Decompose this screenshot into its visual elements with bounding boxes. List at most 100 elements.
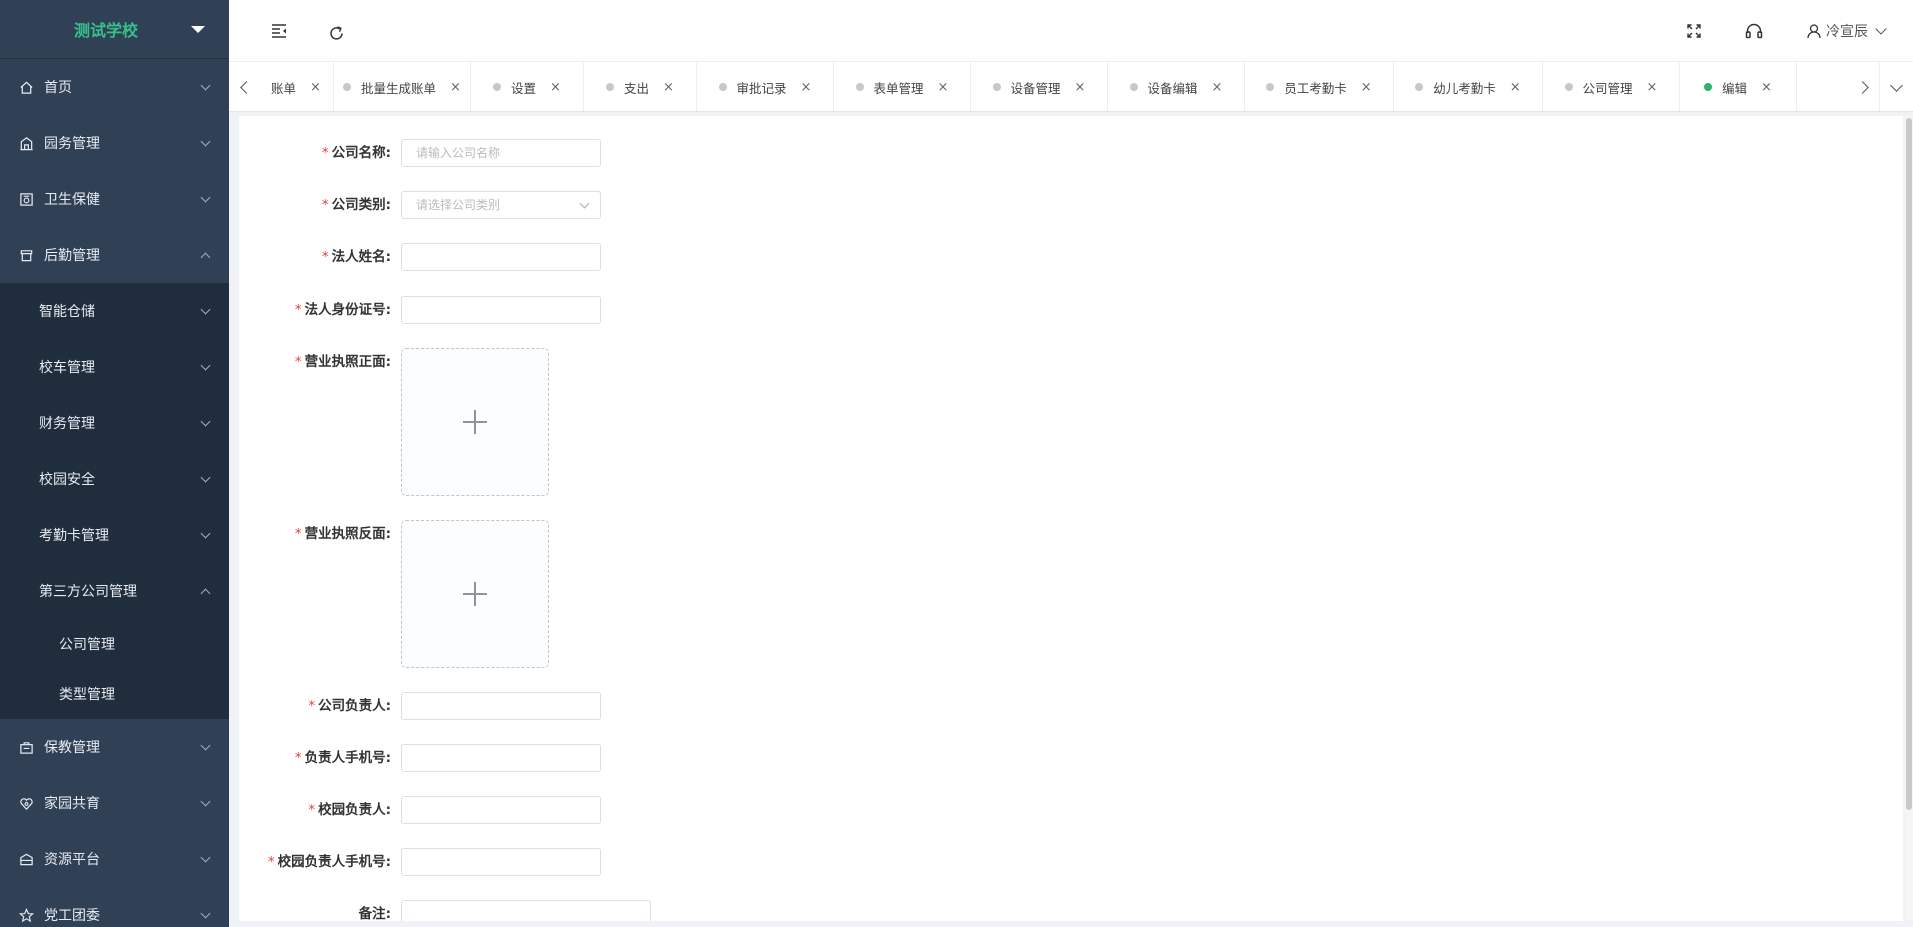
fullscreen-icon[interactable] [1684, 21, 1704, 41]
tabs-dropdown-button[interactable] [1879, 62, 1913, 111]
sidebar-item-finance[interactable]: 财务管理 [0, 395, 229, 451]
close-icon[interactable]: × [1212, 80, 1223, 95]
license-front-upload[interactable] [401, 348, 549, 496]
head-phone-input[interactable] [401, 744, 601, 772]
chevron-down-icon [200, 136, 211, 146]
remark-label: 备注: [358, 906, 391, 921]
tab-item[interactable]: 编辑 × [1680, 62, 1797, 111]
chevron-down-icon [200, 740, 211, 750]
company-type-select[interactable]: 请选择公司类别 [401, 191, 601, 219]
tab-item[interactable]: 员工考勤卡 × [1245, 62, 1394, 111]
close-icon[interactable]: × [450, 80, 461, 95]
close-icon[interactable]: × [801, 80, 812, 95]
sidebar-item-attendance-card[interactable]: 考勤卡管理 [0, 507, 229, 563]
tab-status-dot [493, 83, 502, 91]
close-icon[interactable]: × [663, 80, 674, 95]
sidebar-item-school-bus[interactable]: 校车管理 [0, 339, 229, 395]
sidebar-item-label: 资源平台 [44, 852, 100, 868]
sidebar-item-logistics[interactable]: 后勤管理 [0, 227, 229, 283]
legal-id-label: * 法人身份证号: [294, 302, 391, 318]
tab-item[interactable]: 支出 × [584, 62, 697, 111]
sidebar-item-campus-safety[interactable]: 校园安全 [0, 451, 229, 507]
resource-icon [18, 851, 34, 867]
chevron-up-icon [200, 252, 211, 262]
headset-icon[interactable] [1744, 21, 1764, 41]
sidebar-item-home[interactable]: 首页 [0, 59, 229, 115]
sidebar-item-company-manage[interactable]: 公司管理 [0, 619, 229, 669]
sidebar-item-resources[interactable]: 资源平台 [0, 831, 229, 887]
tab-item[interactable]: 公司管理 × [1543, 62, 1680, 111]
sidebar-item-party[interactable]: 党工团委 [0, 887, 229, 927]
sidebar-item-label: 财务管理 [39, 416, 95, 432]
tab-item[interactable]: 账单 × [259, 62, 334, 111]
tab-status-dot [992, 83, 1001, 91]
chevron-down-icon [200, 528, 211, 538]
tab-item[interactable]: 幼儿考勤卡 × [1394, 62, 1543, 111]
health-icon [18, 191, 34, 207]
close-icon[interactable]: × [1647, 80, 1658, 95]
sidebar-item-home-school[interactable]: 家园共育 [0, 775, 229, 831]
close-icon[interactable]: × [1761, 80, 1772, 95]
company-name-input[interactable]: 请输入公司名称 [401, 139, 601, 167]
tab-item[interactable]: 表单管理 × [834, 62, 971, 111]
form-row-company-name: * 公司名称: 请输入公司名称 [239, 139, 601, 167]
form-row-campus-head-phone: * 校园负责人手机号: [239, 848, 601, 876]
sidebar-item-type-manage[interactable]: 类型管理 [0, 669, 229, 719]
legal-name-input[interactable] [401, 243, 601, 271]
close-icon[interactable]: × [1075, 80, 1086, 95]
sidebar-item-education[interactable]: 保教管理 [0, 719, 229, 775]
home-icon [18, 79, 34, 95]
legal-id-input[interactable] [401, 296, 601, 324]
sidebar-item-health[interactable]: 卫生保健 [0, 171, 229, 227]
star-icon [18, 907, 34, 923]
tab-item[interactable]: 审批记录 × [697, 62, 834, 111]
sidebar-item-third-party[interactable]: 第三方公司管理 [0, 563, 229, 619]
remark-textarea[interactable] [401, 900, 651, 921]
tabs-track: 账单 × 批量生成账单 × 设置 × 支出 × 审批记录 × 表单管理 × 设备管理 × 设备编辑 × 员工考勤… [259, 62, 1797, 111]
tab-item[interactable]: 设置 × [471, 62, 584, 111]
top-navbar: 冷宣辰 [229, 0, 1913, 62]
tabs-scroll-right-button[interactable] [1849, 62, 1879, 111]
chevron-down-icon [200, 908, 211, 918]
tab-label: 设置 [511, 80, 537, 96]
navbar-right: 冷宣辰 [1684, 0, 1887, 62]
chevron-down-icon [1875, 22, 1887, 35]
sidebar-item-label: 类型管理 [59, 687, 115, 703]
sidebar-header[interactable]: 测试学校 [0, 0, 229, 59]
required-mark: * [294, 302, 302, 318]
required-mark: * [321, 249, 329, 265]
plus-icon [463, 582, 487, 606]
required-mark: * [321, 197, 329, 213]
close-icon[interactable]: × [310, 80, 321, 95]
tab-item[interactable]: 批量生成账单 × [334, 62, 471, 111]
caret-down-icon[interactable] [191, 25, 205, 33]
menu-fold-icon[interactable] [269, 21, 289, 41]
user-menu[interactable]: 冷宣辰 [1806, 21, 1887, 41]
refresh-icon[interactable] [326, 23, 346, 43]
content-scrollbar-thumb[interactable] [1906, 118, 1912, 810]
campus-head-input[interactable] [401, 796, 601, 824]
form-row-license-front: * 营业执照正面: [239, 348, 549, 496]
user-name: 冷宣辰 [1826, 24, 1868, 40]
sidebar-item-affairs[interactable]: 园务管理 [0, 115, 229, 171]
tab-label: 设备编辑 [1147, 80, 1198, 96]
tab-label: 编辑 [1722, 80, 1748, 96]
sidebar-item-label: 考勤卡管理 [39, 528, 109, 544]
close-icon[interactable]: × [938, 80, 949, 95]
legal-name-label: * 法人姓名: [321, 249, 391, 265]
sidebar-item-smart-storage[interactable]: 智能仓储 [0, 283, 229, 339]
company-type-placeholder: 请选择公司类别 [416, 198, 501, 212]
tab-item[interactable]: 设备编辑 × [1108, 62, 1245, 111]
close-icon[interactable]: × [1510, 80, 1521, 95]
company-head-input[interactable] [401, 692, 601, 720]
campus-head-phone-input[interactable] [401, 848, 601, 876]
required-mark: * [294, 750, 302, 766]
tab-item[interactable]: 设备管理 × [971, 62, 1108, 111]
close-icon[interactable]: × [550, 80, 561, 95]
edit-company-form: * 公司名称: 请输入公司名称 * 公司类别: 请选择公司类别 * 法人姓名: * 法人… [239, 116, 1903, 921]
tabs-scroll-left-button[interactable] [229, 62, 259, 111]
license-back-upload[interactable] [401, 520, 549, 668]
close-icon[interactable]: × [1361, 80, 1372, 95]
sidebar-item-label: 家园共育 [44, 796, 100, 812]
plus-icon [463, 410, 487, 434]
